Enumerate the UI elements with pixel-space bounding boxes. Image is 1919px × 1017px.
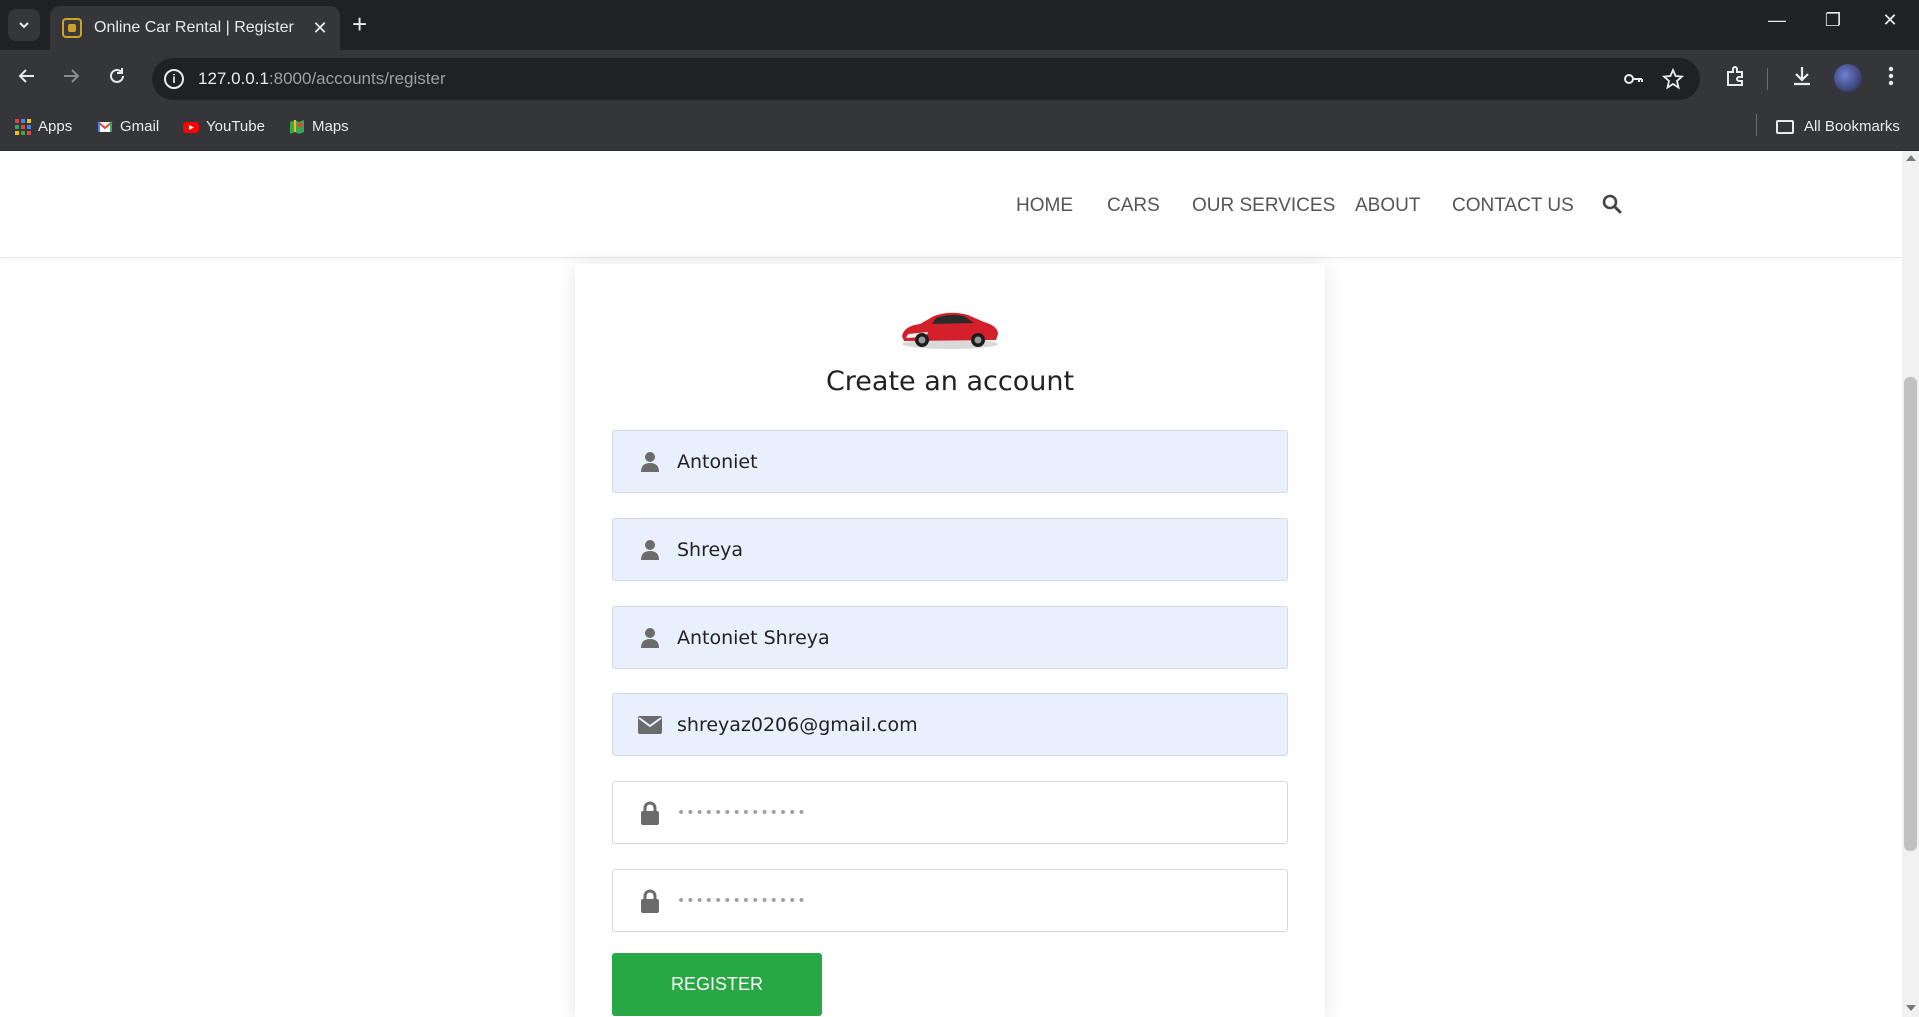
lock-icon xyxy=(637,800,663,826)
user-icon xyxy=(637,625,663,651)
maps-icon xyxy=(290,119,304,134)
user-icon xyxy=(637,537,663,563)
confirm-password-field[interactable]: •••••••••••••• xyxy=(612,869,1288,932)
nav-about[interactable]: ABOUT xyxy=(1355,195,1420,217)
browser-tab-bar: Online Car Rental | Register ✕ + — ❐ ✕ xyxy=(0,0,1919,50)
bookmark-label: Apps xyxy=(38,118,73,135)
nav-contact-us[interactable]: CONTACT US xyxy=(1452,195,1574,217)
close-window-button[interactable]: ✕ xyxy=(1875,10,1905,31)
scroll-down-arrow[interactable] xyxy=(1906,1005,1916,1011)
tab-search-button[interactable] xyxy=(8,9,40,41)
scroll-thumb[interactable] xyxy=(1904,377,1917,851)
bookmark-star-icon[interactable] xyxy=(1661,67,1685,96)
browser-tab[interactable]: Online Car Rental | Register ✕ xyxy=(50,6,340,50)
bookmarks-divider xyxy=(1756,114,1757,136)
arrow-right-icon xyxy=(64,69,80,83)
all-bookmarks-label: All Bookmarks xyxy=(1804,118,1900,135)
page-scrollbar[interactable] xyxy=(1902,151,1919,1017)
url-path: :8000/accounts/register xyxy=(268,69,446,88)
folder-icon xyxy=(1776,119,1794,134)
confirm-password-masked: •••••••••••••• xyxy=(677,892,807,909)
back-button[interactable] xyxy=(12,64,42,94)
reload-button[interactable] xyxy=(102,64,132,94)
register-button[interactable]: REGISTER xyxy=(612,953,822,1016)
register-card: Create an account Antoniet Shreya Antoni… xyxy=(575,264,1325,1017)
close-tab-icon[interactable]: ✕ xyxy=(310,18,330,39)
arrow-left-icon xyxy=(18,69,34,83)
search-icon[interactable] xyxy=(1601,193,1623,215)
first-name-field[interactable]: Antoniet xyxy=(612,430,1288,493)
all-bookmarks-button[interactable]: All Bookmarks xyxy=(1776,118,1900,135)
username-field[interactable]: Antoniet Shreya xyxy=(612,606,1288,669)
site-info-icon[interactable]: i xyxy=(164,69,184,89)
bookmark-youtube[interactable]: YouTube xyxy=(183,118,265,135)
reload-icon xyxy=(110,68,124,83)
scroll-up-arrow[interactable] xyxy=(1906,155,1916,161)
username-value: Antoniet Shreya xyxy=(677,626,830,649)
last-name-field[interactable]: Shreya xyxy=(612,518,1288,581)
address-bar[interactable]: i 127.0.0.1:8000/accounts/register xyxy=(152,58,1700,100)
more-menu-icon[interactable] xyxy=(1886,64,1896,94)
toolbar-divider xyxy=(1767,68,1768,90)
first-name-value: Antoniet xyxy=(677,450,758,473)
minimize-button[interactable]: — xyxy=(1762,10,1792,31)
bookmark-label: Maps xyxy=(312,118,349,135)
bookmark-gmail[interactable]: Gmail xyxy=(97,118,159,135)
bookmark-maps[interactable]: Maps xyxy=(289,118,349,135)
web-page: HOME CARS OUR SERVICES ABOUT CONTACT US … xyxy=(0,151,1902,1017)
youtube-icon xyxy=(183,121,199,133)
site-favicon-icon xyxy=(62,18,82,38)
password-field[interactable]: •••••••••••••• xyxy=(612,781,1288,844)
nav-cars[interactable]: CARS xyxy=(1107,195,1160,217)
email-field[interactable]: shreyaz0206@gmail.com xyxy=(612,693,1288,756)
nav-our-services[interactable]: OUR SERVICES xyxy=(1192,195,1335,217)
site-header: HOME CARS OUR SERVICES ABOUT CONTACT US xyxy=(0,151,1902,258)
tab-title: Online Car Rental | Register xyxy=(94,19,294,36)
car-logo-icon xyxy=(902,312,998,349)
lock-icon xyxy=(637,888,663,914)
apps-grid-icon xyxy=(15,118,31,135)
new-tab-button[interactable]: + xyxy=(352,11,367,37)
last-name-value: Shreya xyxy=(677,538,744,561)
password-key-icon[interactable] xyxy=(1622,68,1644,96)
forward-button[interactable] xyxy=(56,64,86,94)
extensions-icon[interactable] xyxy=(1724,64,1748,94)
restore-button[interactable]: ❐ xyxy=(1818,10,1848,31)
email-value: shreyaz0206@gmail.com xyxy=(677,713,918,736)
form-title: Create an account xyxy=(825,366,1075,397)
password-masked: •••••••••••••• xyxy=(677,804,807,821)
bookmark-label: YouTube xyxy=(206,118,265,135)
chevron-down-icon xyxy=(19,22,29,29)
bookmark-apps[interactable]: Apps xyxy=(15,118,72,135)
url-host: 127.0.0.1 xyxy=(198,69,269,88)
bookmarks-bar: Apps Gmail YouTube Maps All Bookmarks xyxy=(0,108,1919,151)
download-icon[interactable] xyxy=(1790,64,1814,94)
nav-home[interactable]: HOME xyxy=(1016,195,1073,217)
gmail-icon xyxy=(97,120,113,132)
bookmark-label: Gmail xyxy=(120,118,160,135)
browser-toolbar: i 127.0.0.1:8000/accounts/register xyxy=(0,50,1919,108)
profile-avatar[interactable] xyxy=(1834,64,1862,92)
user-icon xyxy=(637,449,663,475)
envelope-icon xyxy=(637,712,663,738)
